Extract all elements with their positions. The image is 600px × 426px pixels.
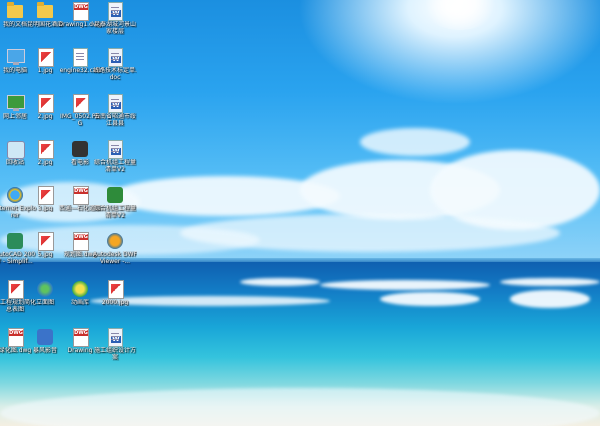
- network-icon-shape: [7, 95, 25, 111]
- jpg-file-icon: [37, 48, 54, 67]
- jpg-file-icon-shape: [38, 94, 54, 113]
- globe-icon: [37, 280, 53, 298]
- png-file-icon-shape: [73, 94, 89, 113]
- desktop-icon[interactable]: 2000.jpg: [95, 280, 135, 326]
- word-doc-icon-shape: [108, 2, 123, 21]
- word-doc-icon: [107, 2, 123, 21]
- desktop-icon[interactable]: 施工组织设计方案: [93, 328, 136, 374]
- cab-file-icon-shape: [73, 48, 88, 67]
- dwg-file-icon-shape: [73, 232, 89, 251]
- autocad-icon-shape: [7, 233, 23, 249]
- wallpaper-wave: [380, 292, 480, 306]
- desktop-icon-label: 昆泰湖城河景山家楼层: [93, 21, 136, 35]
- autocad-icon: [7, 232, 23, 250]
- ie-icon-shape: [7, 187, 23, 203]
- jpg-file-icon-shape: [38, 232, 54, 251]
- dwg-file-icon: [7, 328, 24, 347]
- wallpaper-cloud: [360, 128, 470, 156]
- dwg-file-icon: [72, 2, 89, 21]
- folder-icon-shape: [37, 2, 53, 18]
- jpg-file-icon-shape: [108, 280, 124, 299]
- desktop-icon[interactable]: 昆泰湖城河景山家楼层: [93, 2, 136, 48]
- wallpaper-wave: [320, 280, 490, 290]
- word-doc-icon: [107, 328, 123, 347]
- desktop-icon-label: 施工组织设计方案: [93, 347, 136, 361]
- wallpaper-wave: [510, 290, 590, 308]
- cab-file-icon: [72, 48, 88, 67]
- dwf-viewer-icon-shape: [107, 233, 123, 249]
- dwg-file-icon-shape: [73, 186, 89, 205]
- jpg-file-icon: [37, 140, 54, 159]
- folder-icon: [37, 2, 53, 20]
- movie-icon-shape: [72, 141, 88, 157]
- desktop-icon[interactable]: 綜合机组工程量清单V2: [93, 186, 136, 232]
- dwg-file-icon-shape: [8, 328, 24, 347]
- word-doc-icon-shape: [108, 94, 123, 113]
- desktop-icon-label: 线路技术标定单.doc: [93, 67, 137, 81]
- png-file-icon: [72, 94, 89, 113]
- jpg-file-icon-shape: [38, 140, 54, 159]
- jpg-file-icon-shape: [38, 48, 54, 67]
- network-icon: [7, 94, 25, 112]
- folder-docs-icon-shape: [7, 2, 23, 18]
- desktop-icon-label: 綜合机组工程量清单V2: [93, 205, 136, 219]
- jpg-file-icon: [37, 232, 54, 251]
- folder-docs-icon: [7, 2, 23, 20]
- computer-icon-shape: [7, 49, 25, 65]
- dwg-file-icon: [72, 186, 89, 205]
- dwg-file-icon: [72, 232, 89, 251]
- desktop-icon-label: Autodesk DWF Viewer -...: [93, 251, 137, 265]
- desktop: 我的文档昆明国花酒店Drawing1.dwg昆泰湖城河景山家楼层我的电脑1.jp…: [0, 0, 600, 426]
- recycle-bin-icon: [7, 140, 25, 159]
- movie-icon: [72, 140, 88, 158]
- jpg-file-icon: [7, 280, 24, 299]
- word-doc-icon: [107, 48, 123, 67]
- word-doc-icon-shape: [108, 48, 123, 67]
- app-green-icon: [72, 280, 88, 298]
- jpg-file-icon: [37, 94, 54, 113]
- app-green-icon-shape: [72, 281, 88, 297]
- player-icon-shape: [37, 329, 53, 345]
- word-doc-icon: [107, 140, 123, 159]
- dwg-file-icon-shape: [73, 2, 89, 21]
- excel-icon: [107, 186, 123, 204]
- word-doc-icon-shape: [108, 140, 123, 159]
- desktop-icon[interactable]: 云南省昭通市绥江县县: [93, 94, 136, 140]
- wallpaper-wave: [240, 278, 320, 286]
- ie-icon: [7, 186, 23, 204]
- jpg-file-icon-shape: [38, 186, 54, 205]
- dwf-viewer-icon: [107, 232, 123, 250]
- dwg-file-icon-shape: [73, 328, 89, 347]
- desktop-icon-label: 2000.jpg: [101, 299, 129, 306]
- jpg-file-icon: [37, 186, 54, 205]
- word-doc-icon: [107, 94, 123, 113]
- desktop-icon-label: 云南省昭通市绥江县县: [93, 113, 136, 127]
- player-icon: [37, 328, 53, 346]
- desktop-icon[interactable]: Autodesk DWF Viewer -...: [93, 232, 137, 278]
- wallpaper-wave: [500, 278, 600, 286]
- desktop-icon[interactable]: 线路技术标定单.doc: [93, 48, 137, 94]
- globe-icon-shape: [37, 281, 53, 297]
- word-doc-icon-shape: [108, 328, 123, 347]
- desktop-icon-label: 綜合机组工程量清单V2: [93, 159, 136, 173]
- recycle-bin-icon-shape: [7, 141, 25, 159]
- dwg-file-icon: [72, 328, 89, 347]
- excel-icon-shape: [107, 187, 123, 203]
- jpg-file-icon: [107, 280, 124, 299]
- jpg-file-icon-shape: [8, 280, 24, 299]
- desktop-icon[interactable]: 綜合机组工程量清单V2: [93, 140, 136, 186]
- computer-icon: [7, 48, 25, 66]
